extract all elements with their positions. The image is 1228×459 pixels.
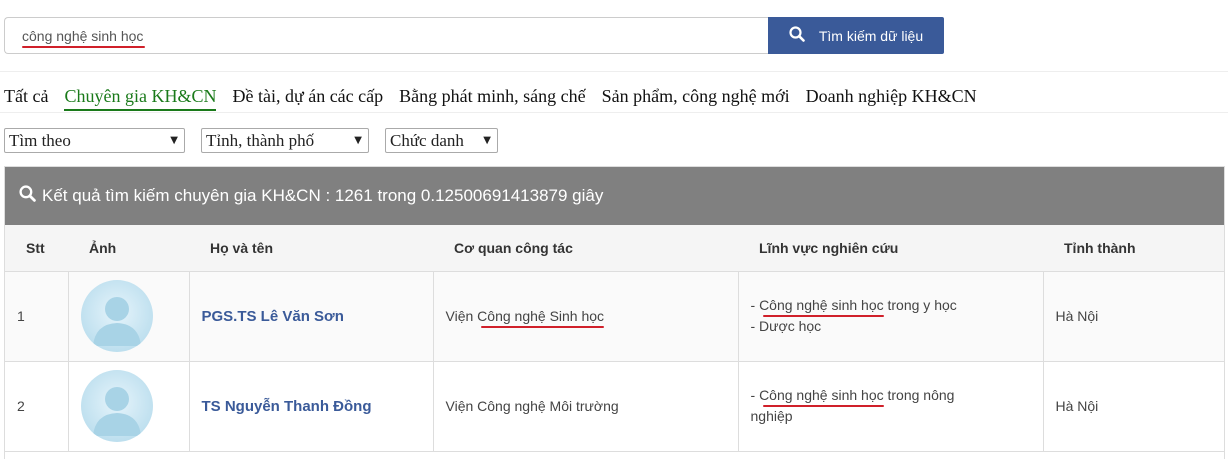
row-org-cell: Viện Công nghệ Sinh học bbox=[433, 271, 739, 362]
row-field-cell: - Công nghệ sinh học trong nông nghiệp bbox=[738, 361, 1044, 452]
province-value: Tỉnh, thành phố bbox=[206, 130, 315, 150]
search-query-text: công nghệ sinh học bbox=[22, 27, 146, 48]
search-bar: công nghệ sinh học Tìm kiếm dữ liệu bbox=[4, 17, 944, 54]
org-prefix: Viện Công nghệ Môi trường bbox=[445, 398, 619, 414]
expert-name-link[interactable]: TS Nguyễn Thanh Đồng bbox=[202, 398, 372, 415]
search-input[interactable]: công nghệ sinh học bbox=[4, 17, 768, 54]
field-line-2: nghiệp bbox=[750, 408, 793, 424]
col-header-field: Lĩnh vực nghiên cứu bbox=[738, 225, 1043, 272]
table-header-row: Stt Ảnh Họ và tên Cơ quan công tác Lĩnh … bbox=[5, 225, 1224, 272]
col-header-province: Tỉnh thành bbox=[1043, 225, 1224, 272]
org-prefix: Viện bbox=[445, 308, 478, 324]
row-name-cell: TS Nguyễn Thanh Đồng bbox=[189, 361, 434, 452]
filter-bar: Tìm theo ▼ Tỉnh, thành phố ▼ Chức danh ▼ bbox=[4, 128, 498, 153]
field-prefix: - bbox=[750, 387, 760, 403]
province-select[interactable]: Tỉnh, thành phố ▼ bbox=[201, 128, 369, 153]
tab-enterprises[interactable]: Doanh nghiệp KH&CN bbox=[806, 86, 977, 111]
col-header-stt: Stt bbox=[5, 225, 68, 272]
title-select[interactable]: Chức danh ▼ bbox=[385, 128, 498, 153]
divider bbox=[0, 71, 1228, 72]
results-summary: Kết quả tìm kiếm chuyên gia KH&CN : 1261… bbox=[42, 186, 604, 205]
col-header-name: Họ và tên bbox=[189, 225, 433, 272]
field-highlight: Công nghệ sinh học bbox=[759, 297, 884, 313]
table-row: 1 PGS.TS Lê Văn Sơn Viện Công nghệ Sinh … bbox=[5, 271, 1224, 362]
row-province: Hà Nội bbox=[1043, 271, 1224, 362]
field-highlight: Công nghệ sinh học bbox=[759, 387, 884, 403]
user-placeholder-icon[interactable] bbox=[80, 370, 153, 442]
row-org-cell: Viện Công nghệ Môi trường bbox=[433, 361, 739, 452]
col-header-org: Cơ quan công tác bbox=[433, 225, 738, 272]
expert-name-link[interactable]: PGS.TS Lê Văn Sơn bbox=[202, 308, 344, 325]
col-header-photo: Ảnh bbox=[68, 225, 189, 272]
search-by-value: Tìm theo bbox=[9, 130, 71, 150]
caret-down-icon: ▼ bbox=[170, 135, 178, 146]
field-suffix: trong nông bbox=[883, 387, 955, 403]
caret-down-icon: ▼ bbox=[483, 135, 491, 146]
category-tabs: Tất cả Chuyên gia KH&CN Đề tài, dự án cá… bbox=[4, 86, 993, 111]
results-table: Stt Ảnh Họ và tên Cơ quan công tác Lĩnh … bbox=[5, 225, 1224, 452]
field-line-2: - Dược học bbox=[750, 318, 822, 334]
search-icon bbox=[789, 26, 805, 45]
field-prefix: - bbox=[750, 297, 760, 313]
tab-projects[interactable]: Đề tài, dự án các cấp bbox=[232, 86, 383, 111]
row-stt: 2 bbox=[5, 361, 69, 452]
row-stt: 1 bbox=[5, 271, 69, 362]
row-photo-cell bbox=[68, 361, 190, 452]
tab-all[interactable]: Tất cả bbox=[4, 86, 48, 111]
tab-experts[interactable]: Chuyên gia KH&CN bbox=[64, 86, 217, 111]
search-icon bbox=[19, 185, 36, 207]
row-province: Hà Nội bbox=[1043, 361, 1224, 452]
tab-patents[interactable]: Bằng phát minh, sáng chế bbox=[399, 86, 585, 111]
field-line-1: - Công nghệ sinh học trong nông bbox=[751, 385, 1031, 406]
results-header: Kết quả tìm kiếm chuyên gia KH&CN : 1261… bbox=[5, 167, 1224, 225]
field-line-1: - Công nghệ sinh học trong y học bbox=[751, 295, 1031, 316]
results-panel: Kết quả tìm kiếm chuyên gia KH&CN : 1261… bbox=[4, 166, 1225, 459]
row-photo-cell bbox=[68, 271, 190, 362]
user-placeholder-icon[interactable] bbox=[80, 280, 153, 352]
search-button-label: Tìm kiếm dữ liệu bbox=[818, 27, 924, 44]
title-value: Chức danh bbox=[390, 130, 464, 150]
search-by-select[interactable]: Tìm theo ▼ bbox=[4, 128, 185, 153]
org-highlight: Công nghệ Sinh học bbox=[477, 308, 605, 324]
caret-down-icon: ▼ bbox=[354, 135, 362, 146]
divider bbox=[0, 112, 1228, 113]
search-button[interactable]: Tìm kiếm dữ liệu bbox=[768, 17, 944, 54]
row-field-cell: - Công nghệ sinh học trong y học - Dược … bbox=[738, 271, 1044, 362]
table-row: 2 TS Nguyễn Thanh Đồng Viện Công nghệ Mô… bbox=[5, 361, 1224, 452]
tab-products[interactable]: Sản phẩm, công nghệ mới bbox=[602, 86, 790, 111]
field-suffix: trong y học bbox=[883, 297, 957, 313]
row-name-cell: PGS.TS Lê Văn Sơn bbox=[189, 271, 434, 362]
